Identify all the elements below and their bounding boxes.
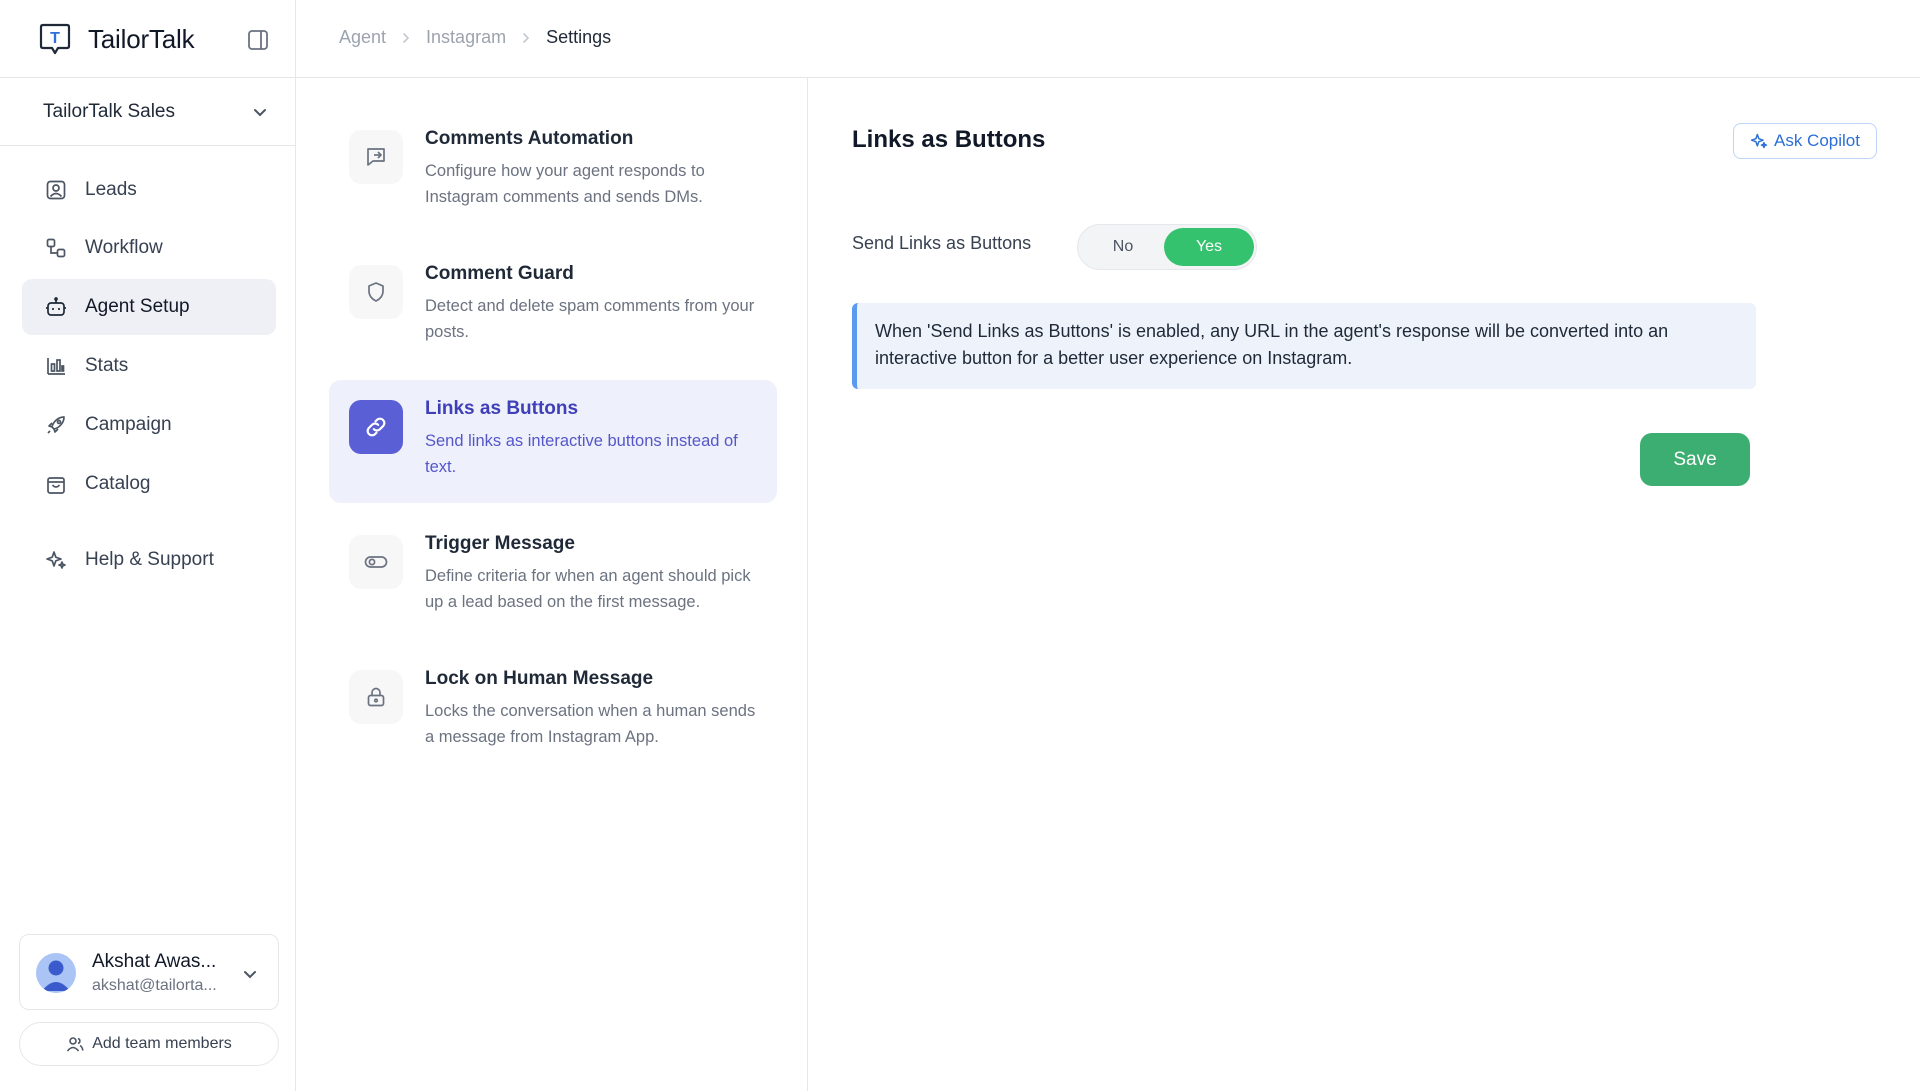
- sparkle-icon: [45, 549, 67, 571]
- info-callout: When 'Send Links as Buttons' is enabled,…: [852, 303, 1756, 389]
- profile-name: Akshat Awas...: [92, 951, 217, 972]
- setting-title: Trigger Message: [425, 533, 575, 554]
- send-links-field-label: Send Links as Buttons: [852, 233, 1032, 253]
- shopping-bag-icon: [45, 473, 67, 495]
- setting-title: Links as Buttons: [425, 398, 579, 419]
- sidebar-item-catalog[interactable]: Catalog: [22, 456, 276, 512]
- brand-header: T TailorTalk: [0, 0, 296, 78]
- toggle-option-no[interactable]: No: [1082, 228, 1164, 266]
- sidebar-item-agent-setup[interactable]: Agent Setup: [22, 279, 276, 335]
- setting-links-as-buttons[interactable]: Links as Buttons Send links as interacti…: [329, 380, 777, 503]
- profile-email: akshat@tailorta...: [92, 977, 217, 994]
- sidebar-item-help-support[interactable]: Help & Support: [22, 532, 276, 588]
- sidebar-item-stats[interactable]: Stats: [22, 338, 276, 394]
- chevron-right-icon: [520, 32, 532, 44]
- chevron-down-icon: [241, 965, 259, 983]
- setting-title: Comments Automation: [425, 128, 634, 149]
- breadcrumb-settings: Settings: [546, 27, 612, 47]
- chevron-down-icon: [251, 103, 269, 121]
- shield-icon: [349, 265, 403, 319]
- user-profile-card[interactable]: Akshat Awas... akshat@tailorta...: [19, 934, 279, 1010]
- setting-title: Lock on Human Message: [425, 668, 654, 689]
- brand-name: TailorTalk: [88, 24, 195, 54]
- page-title: Links as Buttons: [852, 126, 1046, 153]
- setting-lock-on-human-message[interactable]: Lock on Human Message Locks the conversa…: [329, 650, 777, 773]
- add-team-label: Add team members: [92, 1035, 232, 1052]
- setting-trigger-message[interactable]: Trigger Message Define criteria for when…: [329, 515, 777, 638]
- rocket-icon: [45, 414, 67, 436]
- users-icon: [66, 1035, 84, 1053]
- ask-copilot-label: Ask Copilot: [1774, 131, 1860, 150]
- bot-icon: [45, 296, 67, 318]
- setting-description: Define criteria for when an agent should…: [425, 567, 751, 611]
- toggle-icon: [349, 535, 403, 589]
- setting-title: Comment Guard: [425, 263, 574, 284]
- sidebar: T TailorTalk TailorTalk Sales Leads Work…: [0, 0, 296, 1091]
- settings-list: Comments Automation Configure how your a…: [296, 78, 808, 1091]
- breadcrumb: Agent Instagram Settings: [339, 27, 611, 48]
- setting-description: Detect and delete spam comments from you…: [425, 297, 755, 341]
- breadcrumb-instagram[interactable]: Instagram: [426, 27, 506, 48]
- user-square-icon: [45, 179, 67, 201]
- workspace-name: TailorTalk Sales: [43, 101, 175, 122]
- svg-text:T: T: [50, 30, 60, 47]
- setting-detail-panel: Links as Buttons Ask Copilot Send Links …: [808, 78, 1920, 1091]
- sidebar-item-label: Workflow: [85, 237, 163, 258]
- sidebar-item-label: Catalog: [85, 473, 151, 494]
- save-button[interactable]: Save: [1640, 433, 1750, 486]
- sidebar-item-workflow[interactable]: Workflow: [22, 220, 276, 276]
- setting-description: Locks the conversation when a human send…: [425, 702, 756, 746]
- sidebar-item-label: Agent Setup: [85, 296, 190, 317]
- chevron-right-icon: [400, 32, 412, 44]
- toggle-option-yes[interactable]: Yes: [1164, 228, 1254, 266]
- setting-comment-guard[interactable]: Comment Guard Detect and delete spam com…: [329, 245, 777, 368]
- sidebar-toggle-icon[interactable]: [246, 28, 270, 52]
- link-icon: [349, 400, 403, 454]
- sidebar-item-campaign[interactable]: Campaign: [22, 397, 276, 453]
- sidebar-item-label: Stats: [85, 355, 129, 376]
- ask-copilot-button[interactable]: Ask Copilot: [1733, 123, 1877, 159]
- sidebar-item-label: Leads: [85, 179, 137, 200]
- breadcrumb-agent[interactable]: Agent: [339, 27, 386, 48]
- tailortalk-logo-icon: T: [38, 22, 72, 56]
- setting-description: Send links as interactive buttons instea…: [425, 432, 738, 476]
- sidebar-item-label: Campaign: [85, 414, 172, 435]
- sidebar-item-label: Help & Support: [85, 549, 214, 570]
- sparkle-icon: [1750, 132, 1768, 150]
- sidebar-item-leads[interactable]: Leads: [22, 162, 276, 218]
- send-links-toggle: No Yes: [1077, 224, 1257, 270]
- workspace-selector[interactable]: TailorTalk Sales: [0, 78, 296, 146]
- top-bar: Agent Instagram Settings: [296, 0, 1920, 78]
- avatar: [36, 953, 76, 993]
- setting-description: Configure how your agent responds to Ins…: [425, 162, 705, 206]
- lock-icon: [349, 670, 403, 724]
- setting-comments-automation[interactable]: Comments Automation Configure how your a…: [329, 110, 777, 233]
- message-reply-icon: [349, 130, 403, 184]
- bar-chart-icon: [45, 355, 67, 377]
- workflow-icon: [45, 237, 67, 259]
- add-team-members-button[interactable]: Add team members: [19, 1022, 279, 1066]
